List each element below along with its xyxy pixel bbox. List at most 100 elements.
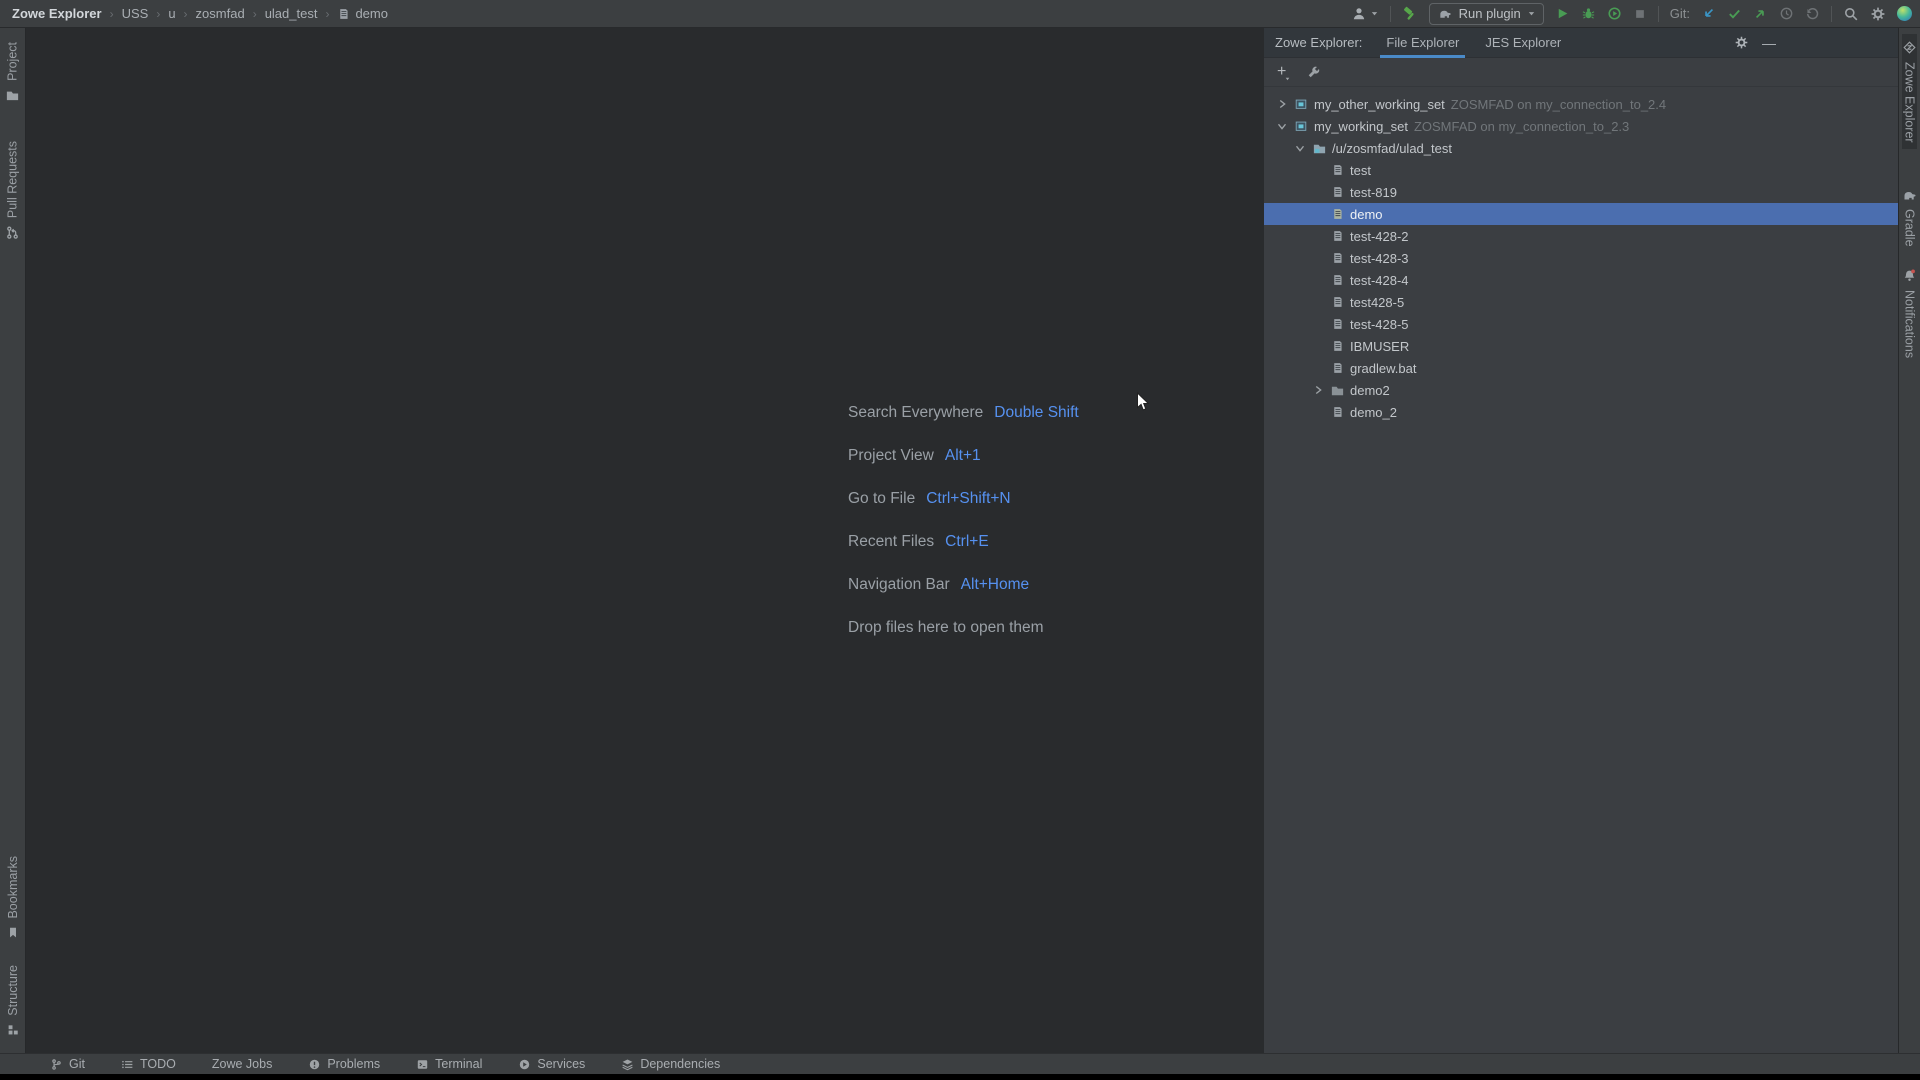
file-icon <box>1328 295 1346 309</box>
build-hammer-icon[interactable] <box>1402 6 1418 22</box>
zowe-explorer-panel: Zowe Explorer: File Explorer JES Explore… <box>1264 28 1898 1053</box>
tree-row[interactable]: gradlew.bat <box>1264 357 1898 379</box>
sidebar-item-label: Zowe Explorer <box>1903 62 1917 143</box>
file-icon <box>1328 229 1346 243</box>
shortcut-keys: Double Shift <box>994 404 1078 422</box>
problems-icon <box>308 1058 321 1071</box>
chevron-right-icon[interactable] <box>1310 383 1326 397</box>
file-icon <box>1328 163 1346 177</box>
file-icon <box>1328 207 1346 221</box>
file-icon <box>1328 405 1346 419</box>
file-icon <box>1328 361 1346 375</box>
working-set-icon <box>1292 119 1310 133</box>
git-update-icon[interactable] <box>1701 6 1716 21</box>
chevron-down-icon[interactable] <box>1274 119 1290 133</box>
sidebar-item-gradle[interactable]: Gradle <box>1902 183 1918 253</box>
breadcrumb-separator: › <box>184 7 188 21</box>
tree-row[interactable]: demo_2 <box>1264 401 1898 423</box>
breadcrumb-item[interactable]: u <box>168 6 175 21</box>
toolwindow-terminal[interactable]: Terminal <box>416 1057 482 1071</box>
panel-title: Zowe Explorer: <box>1275 35 1362 50</box>
stop-icon[interactable] <box>1633 7 1647 21</box>
tree-row[interactable]: test428-5 <box>1264 291 1898 313</box>
tree-row[interactable]: test-819 <box>1264 181 1898 203</box>
sidebar-item-notifications[interactable]: Notifications <box>1902 262 1917 364</box>
breadcrumb-item[interactable]: USS <box>122 6 149 21</box>
breadcrumb-item[interactable]: ulad_test <box>265 6 318 21</box>
bell-icon <box>1902 268 1917 283</box>
breadcrumb-root[interactable]: Zowe Explorer <box>12 6 102 21</box>
uss-folder-icon <box>1310 141 1328 156</box>
chevron-right-icon[interactable] <box>1274 97 1290 111</box>
sidebar-item-bookmarks[interactable]: Bookmarks <box>6 850 20 946</box>
file-icon <box>337 7 350 21</box>
debug-icon[interactable] <box>1581 6 1596 21</box>
toolbar-separator <box>1831 6 1832 22</box>
user-icon[interactable] <box>1351 6 1379 22</box>
shortcut-label: Navigation Bar <box>848 576 950 594</box>
profiler-icon[interactable] <box>1607 6 1622 21</box>
bottom-black-strip <box>0 1074 1920 1080</box>
pull-request-icon <box>5 225 20 240</box>
editor-shortcut-hints: Search Everywhere Double Shift Project V… <box>848 401 1079 659</box>
panel-header: Zowe Explorer: File Explorer JES Explore… <box>1264 28 1898 58</box>
git-commit-icon[interactable] <box>1727 6 1742 21</box>
file-icon <box>1328 317 1346 331</box>
run-configuration-select[interactable]: Run plugin <box>1429 3 1544 25</box>
tree-row[interactable]: my_other_working_set ZOSMFAD on my_conne… <box>1264 93 1898 115</box>
settings-gear-icon[interactable] <box>1870 6 1886 22</box>
sidebar-item-pull-requests[interactable]: Pull Requests <box>5 135 20 246</box>
minimize-icon[interactable]: — <box>1762 38 1776 48</box>
tree-row-selected[interactable]: demo <box>1264 203 1898 225</box>
add-icon[interactable]: + <box>1277 65 1291 79</box>
toolbar-separator <box>1390 6 1391 22</box>
settings-gear-icon[interactable] <box>1734 35 1749 50</box>
run-icon[interactable] <box>1555 6 1570 21</box>
toolwindow-todo[interactable]: TODO <box>121 1057 176 1071</box>
sidebar-item-structure[interactable]: Structure <box>6 959 20 1043</box>
tree-row[interactable]: test <box>1264 159 1898 181</box>
toolwindow-services[interactable]: Services <box>518 1057 585 1071</box>
tree-row[interactable]: my_working_set ZOSMFAD on my_connection_… <box>1264 115 1898 137</box>
rollback-icon[interactable] <box>1805 6 1820 21</box>
history-icon[interactable] <box>1779 6 1794 21</box>
tree-row[interactable]: /u/zosmfad/ulad_test <box>1264 137 1898 159</box>
breadcrumb-file[interactable]: demo <box>355 6 388 21</box>
wrench-icon[interactable] <box>1306 65 1321 80</box>
search-icon[interactable] <box>1843 6 1859 22</box>
toolwindow-zowe-jobs[interactable]: Zowe Jobs <box>212 1057 272 1071</box>
project-folder-icon <box>5 88 20 103</box>
toolwindow-git[interactable]: Git <box>50 1057 85 1071</box>
tree-row[interactable]: demo2 <box>1264 379 1898 401</box>
sidebar-item-zowe-explorer[interactable]: Zowe Explorer <box>1902 34 1917 149</box>
panel-toolbar: + <box>1264 58 1898 87</box>
tree-row[interactable]: test-428-5 <box>1264 313 1898 335</box>
terminal-icon <box>416 1058 429 1071</box>
dependencies-icon <box>621 1058 634 1071</box>
bookmark-icon <box>6 925 20 939</box>
structure-icon <box>6 1023 20 1037</box>
breadcrumb-separator: › <box>156 7 160 21</box>
file-icon <box>1328 185 1346 199</box>
right-tool-strip: Zowe Explorer Gradle Notifications <box>1898 28 1920 1053</box>
breadcrumb-item[interactable]: zosmfad <box>196 6 245 21</box>
tree-row[interactable]: test-428-4 <box>1264 269 1898 291</box>
tree-row[interactable]: test-428-2 <box>1264 225 1898 247</box>
breadcrumb-separator: › <box>253 7 257 21</box>
chevron-down-icon <box>1370 9 1379 18</box>
sidebar-item-project[interactable]: Project <box>5 36 20 109</box>
breadcrumb-separator: › <box>110 7 114 21</box>
tab-jes-explorer[interactable]: JES Explorer <box>1483 28 1563 58</box>
git-push-icon[interactable] <box>1753 6 1768 21</box>
sidebar-item-label: Structure <box>6 965 20 1016</box>
shortcut-label: Recent Files <box>848 533 934 551</box>
top-toolbar: Zowe Explorer › USS › u › zosmfad › ulad… <box>0 0 1920 28</box>
tree-row[interactable]: test-428-3 <box>1264 247 1898 269</box>
avatar-sphere-icon[interactable] <box>1897 6 1912 21</box>
tab-file-explorer[interactable]: File Explorer <box>1384 28 1461 58</box>
toolwindow-dependencies[interactable]: Dependencies <box>621 1057 720 1071</box>
chevron-down-icon[interactable] <box>1292 141 1308 155</box>
tree-row[interactable]: IBMUSER <box>1264 335 1898 357</box>
shortcut-label: Project View <box>848 447 934 465</box>
toolwindow-problems[interactable]: Problems <box>308 1057 380 1071</box>
